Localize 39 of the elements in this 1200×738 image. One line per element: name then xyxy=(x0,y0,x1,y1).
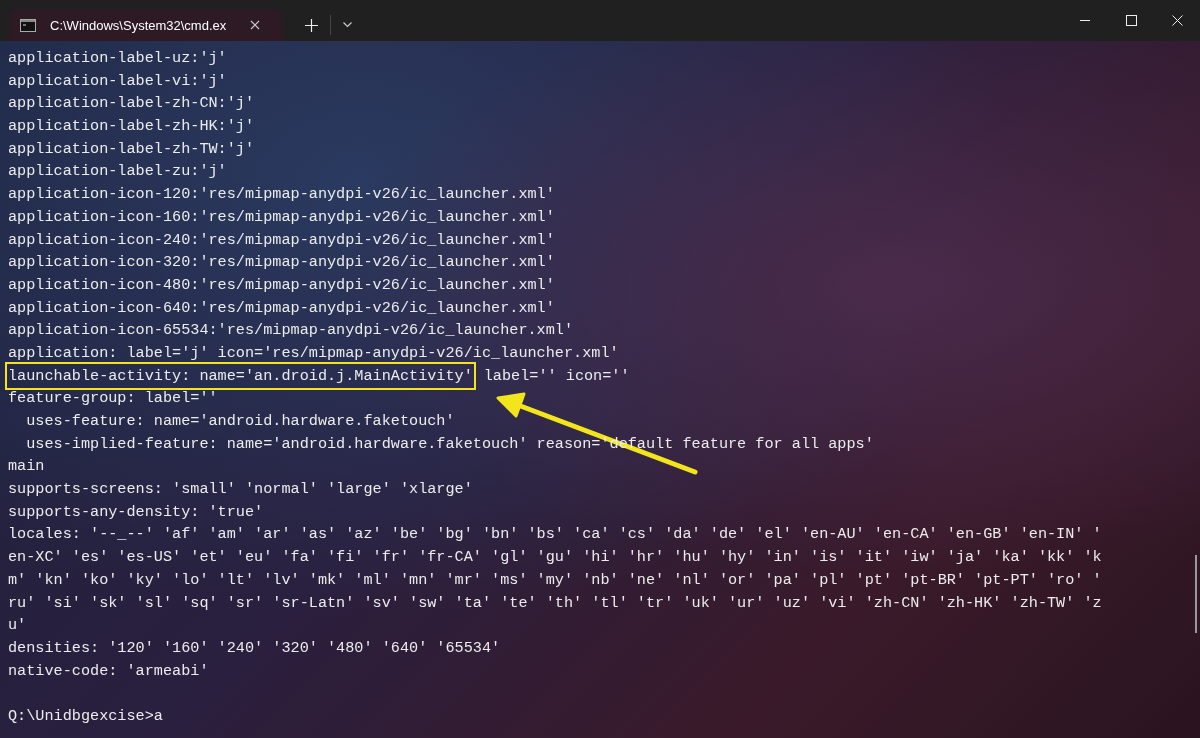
console-line: uses-feature: name='android.hardware.faketouch' xyxy=(25,411,455,432)
plus-icon xyxy=(304,18,318,32)
console-line: supports-any-density: 'true' xyxy=(8,501,264,523)
console-line: application-icon-65534:'res/mipmap-anydpi-v26/ic_launcher.xml' xyxy=(8,320,574,342)
console-line: application-icon-160:'res/mipmap-anydpi-v26/ic_launcher.xml' xyxy=(8,206,555,228)
console-line: application-label-zu:'j' xyxy=(8,161,227,183)
console-line: application-icon-640:'res/mipmap-anydpi-v26/ic_launcher.xml' xyxy=(8,297,555,319)
maximize-icon xyxy=(1125,15,1137,26)
console-line: ru' 'si' 'sk' 'sl' 'sq' 'sr' 'sr-Latn' 'sv' 'sw' 'ta' 'te' 'th' 'tl' 'tr' 'uk' 'ur' 'uz' 'vi' 'zh-CN' 'zh-HK' 'zh-TW' 'z xyxy=(8,592,1102,614)
console-line: u' xyxy=(8,615,27,637)
chevron-down-icon xyxy=(342,22,352,28)
console-line: application-label-uz:'j' xyxy=(8,48,227,69)
command-prompt: Q:\Unidbgexcise>a xyxy=(8,705,163,727)
terminal-icon xyxy=(20,18,36,32)
console-line: main xyxy=(8,456,45,478)
console-line: native-code: 'armeabi' xyxy=(8,660,209,682)
console-line: application-label-zh-HK:'j' xyxy=(8,116,255,138)
console-line: application-label-zh-CN:'j' xyxy=(8,93,255,115)
terminal-tab[interactable]: C:\Windows\System32\cmd.ex xyxy=(10,9,283,41)
console-line: application-icon-480:'res/mipmap-anydpi-v26/ic_launcher.xml' xyxy=(8,274,555,296)
highlighted-text: launchable-activity: name='an.droid.j.MainActivity' xyxy=(8,364,473,388)
console-line: densities: '120' '160' '240' '320' '480' '640' '65534' xyxy=(8,637,501,659)
console-line: feature-group: label='' xyxy=(8,388,218,410)
tab-title: C:\Windows\System32\cmd.ex xyxy=(50,17,227,33)
close-icon xyxy=(1171,15,1183,26)
console-line: application-icon-320:'res/mipmap-anydpi-v26/ic_launcher.xml' xyxy=(8,252,555,274)
console-line: application-label-vi:'j' xyxy=(8,70,227,92)
console-line: supports-screens: 'small' 'normal' 'large' 'xlarge' xyxy=(8,479,473,501)
console-line: m' 'kn' 'ko' 'ky' 'lo' 'lt' 'lv' 'mk' 'ml' 'mn' 'mr' 'ms' 'my' 'nb' 'ne' 'nl' 'or' 'pa' 'pl' 'pt' 'pt-BR' 'pt-PT' 'ro' ' xyxy=(8,569,1102,591)
console-line: application-icon-120:'res/mipmap-anydpi-v26/ic_launcher.xml' xyxy=(8,184,555,206)
scrollbar-thumb[interactable] xyxy=(1195,555,1197,633)
console-line: application-icon-240:'res/mipmap-anydpi-v26/ic_launcher.xml' xyxy=(8,229,555,251)
minimize-icon xyxy=(1080,20,1090,21)
console-line: application: label='j' icon='res/mipmap-anydpi-v26/ic_launcher.xml' xyxy=(8,342,619,364)
console-line: en-XC' 'es' 'es-US' 'et' 'eu' 'fa' 'fi' 'fr' 'fr-CA' 'gl' 'gu' 'hi' 'hr' 'hu' 'hy' 'in' 'is' 'it' 'iw' 'ja' 'ka' 'kk' 'k xyxy=(8,547,1102,569)
console-line: application-label-zh-TW:'j' xyxy=(8,138,255,160)
console-line: locales: '--_--' 'af' 'am' 'ar' 'as' 'az' 'be' 'bg' 'bn' 'bs' 'ca' 'cs' 'da' 'de' 'el' 'en-AU' 'en-CA' 'en-GB' 'en-IN' ' xyxy=(8,524,1102,546)
console-line: label='' icon='' xyxy=(483,365,630,387)
close-icon xyxy=(250,20,261,30)
